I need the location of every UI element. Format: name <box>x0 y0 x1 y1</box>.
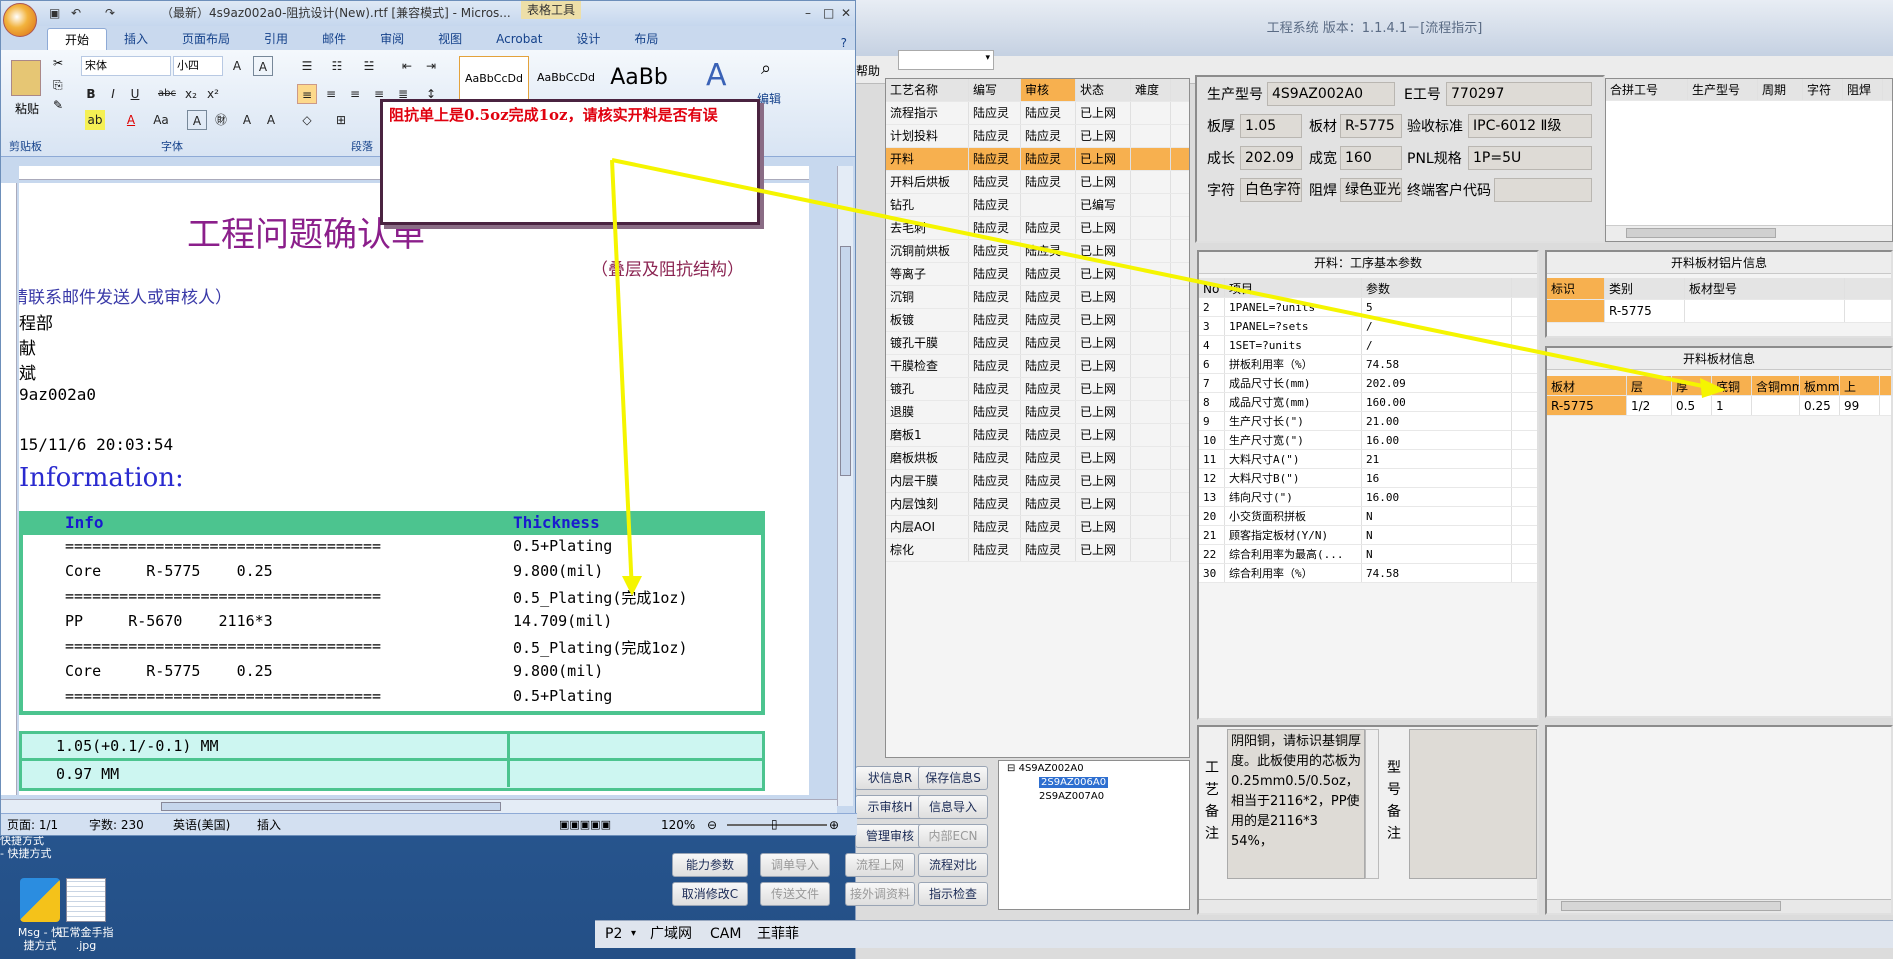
annotation-arrows <box>610 158 1726 596</box>
arrow-line-right <box>611 158 1723 392</box>
arrow-head-down <box>622 576 642 596</box>
arrow-line-down <box>610 159 634 593</box>
